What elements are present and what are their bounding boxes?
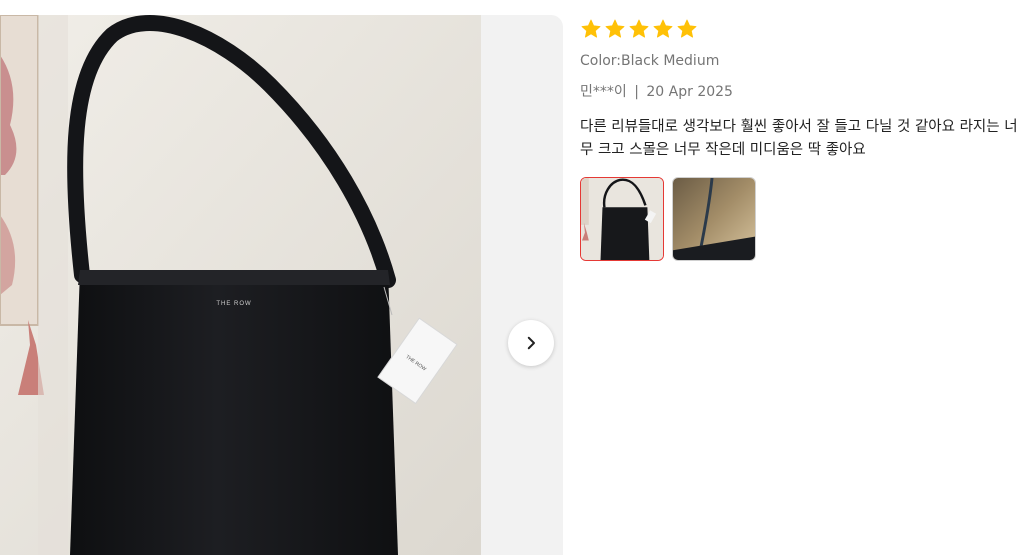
thumbnail-bag-front[interactable] [580,177,664,261]
review-date: 20 Apr 2025 [646,84,733,100]
bag-photo-image: THE ROW THE ROW [0,15,481,555]
next-photo-button[interactable] [508,320,554,366]
variant-label: Color:Black Medium [580,53,720,69]
review-meta: 민***이 | 20 Apr 2025 [580,83,1020,101]
meta-separator: | [634,84,639,100]
reviewer-name: 민***이 [580,84,627,100]
photo-viewer: THE ROW THE ROW [0,15,563,555]
review-text: 다른 리뷰들대로 생각보다 훨씬 좋아서 잘 들고 다닐 것 같아요 라지는 너… [580,119,1018,158]
thumbnail-image [581,178,663,260]
star-icon [580,18,602,42]
star-icon [676,18,698,42]
star-icon [628,18,650,42]
thumbnail-bag-inside[interactable] [672,177,756,261]
review-photo: THE ROW THE ROW [0,15,481,555]
chevron-right-icon [527,336,535,350]
review-panel: Color:Black Medium 민***이 | 20 Apr 2025 다… [580,15,1020,261]
star-icon [604,18,626,42]
thumbnail-strip [580,177,1020,261]
star-rating [580,18,1020,42]
thumbnail-image [673,178,755,260]
bag-brand-text: THE ROW [216,301,251,307]
star-icon [652,18,674,42]
